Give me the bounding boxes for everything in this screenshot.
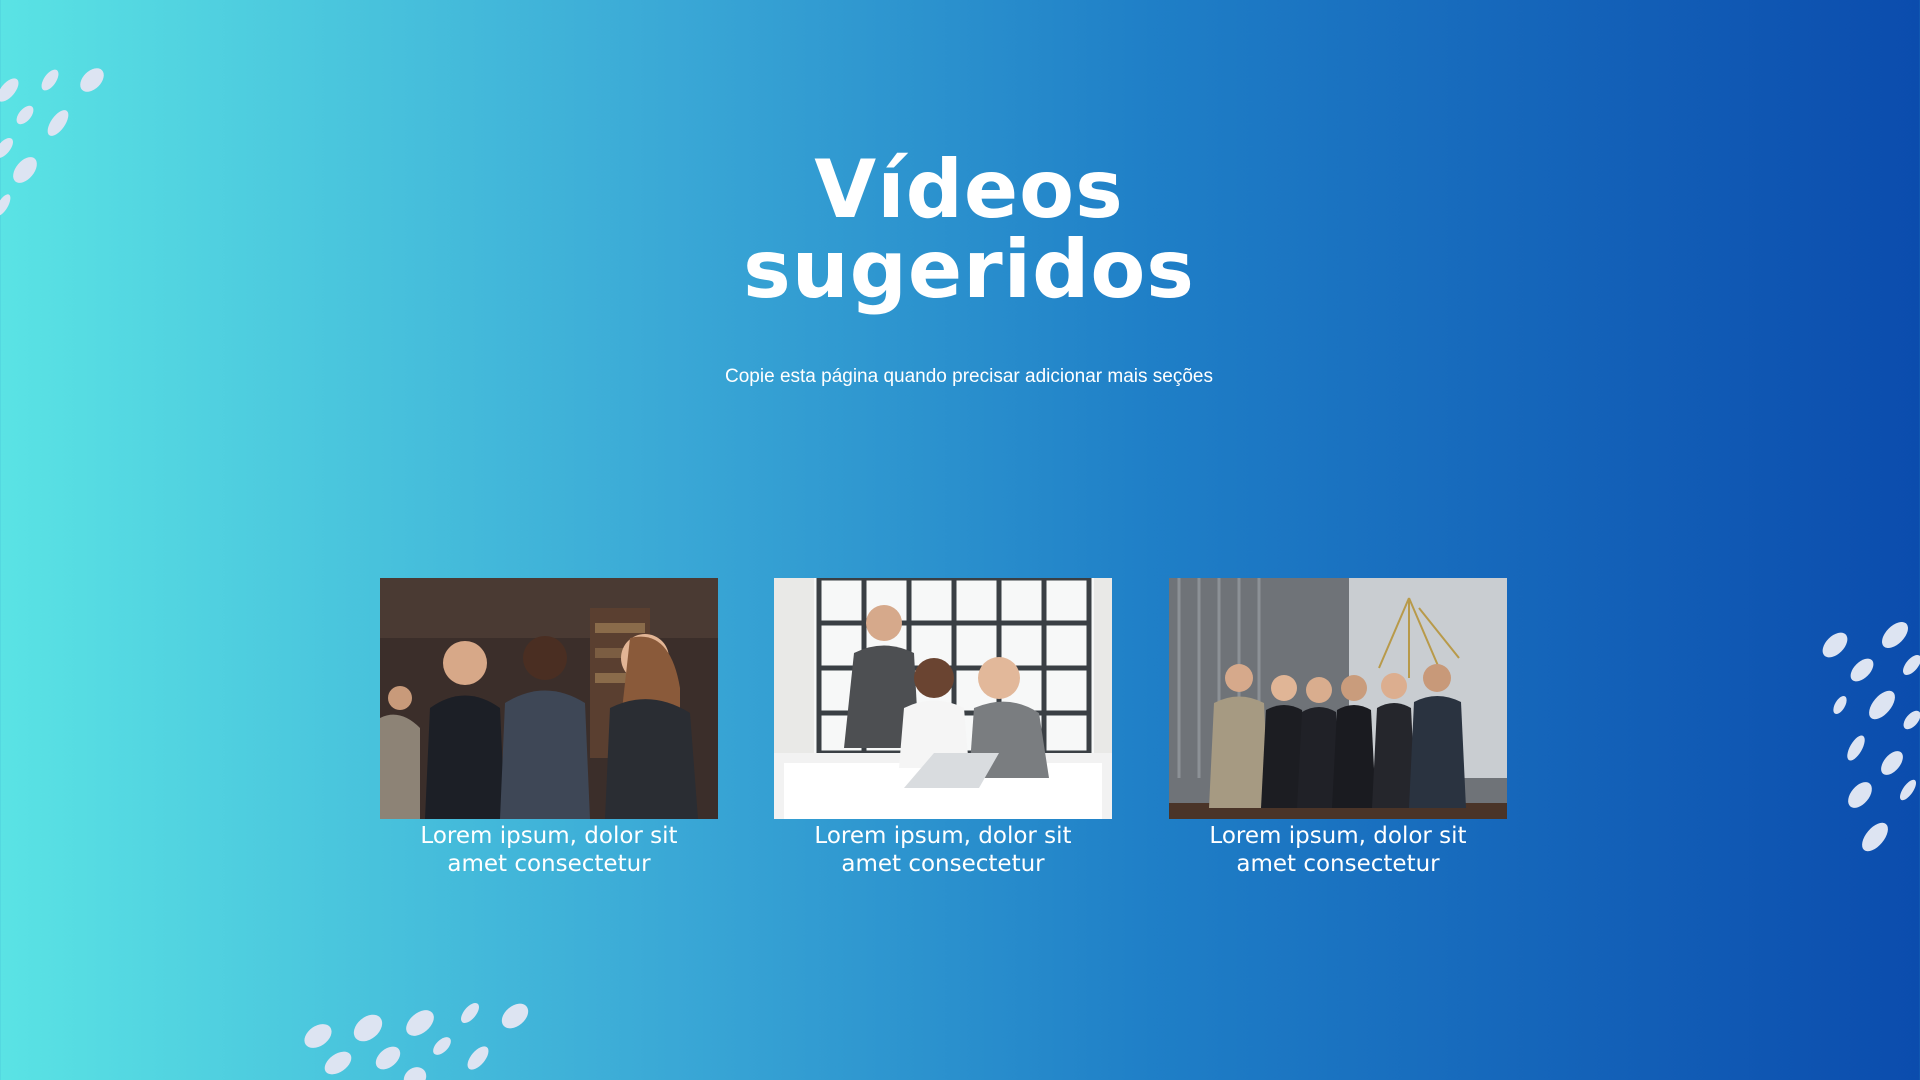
page-title-line2: sugeridos <box>743 223 1195 316</box>
video-thumbnail-3[interactable] <box>1169 578 1507 819</box>
video-caption-1: Lorem ipsum, dolor sit amet consectetur <box>380 822 718 878</box>
video-caption-1-line2: amet consectetur <box>447 851 651 877</box>
page-title: Vídeos sugeridos <box>0 150 1920 310</box>
video-caption-3-line1: Lorem ipsum, dolor sit <box>1209 823 1467 849</box>
video-thumbnail-1[interactable] <box>380 578 718 819</box>
video-caption-3: Lorem ipsum, dolor sit amet consectetur <box>1169 822 1507 878</box>
video-thumbnail-2[interactable] <box>774 578 1112 819</box>
page-title-line1: Vídeos <box>814 143 1124 236</box>
video-caption-2: Lorem ipsum, dolor sit amet consectetur <box>774 822 1112 878</box>
business-people-talking-photo <box>380 578 718 819</box>
video-caption-1-line1: Lorem ipsum, dolor sit <box>420 823 678 849</box>
page-subtitle: Copie esta página quando precisar adicio… <box>725 366 1213 387</box>
brush-strokes-bottom <box>304 1003 529 1080</box>
video-caption-2-line1: Lorem ipsum, dolor sit <box>814 823 1072 849</box>
video-caption-2-line2: amet consectetur <box>841 851 1045 877</box>
video-card-1[interactable]: Lorem ipsum, dolor sit amet consectetur <box>380 578 718 878</box>
brush-strokes-right <box>1822 622 1920 852</box>
video-card-2[interactable]: Lorem ipsum, dolor sit amet consectetur <box>774 578 1112 878</box>
video-card-3[interactable]: Lorem ipsum, dolor sit amet consectetur <box>1169 578 1507 878</box>
team-at-laptop-photo <box>774 578 1112 819</box>
business-team-group-photo <box>1169 578 1507 819</box>
video-caption-3-line2: amet consectetur <box>1236 851 1440 877</box>
